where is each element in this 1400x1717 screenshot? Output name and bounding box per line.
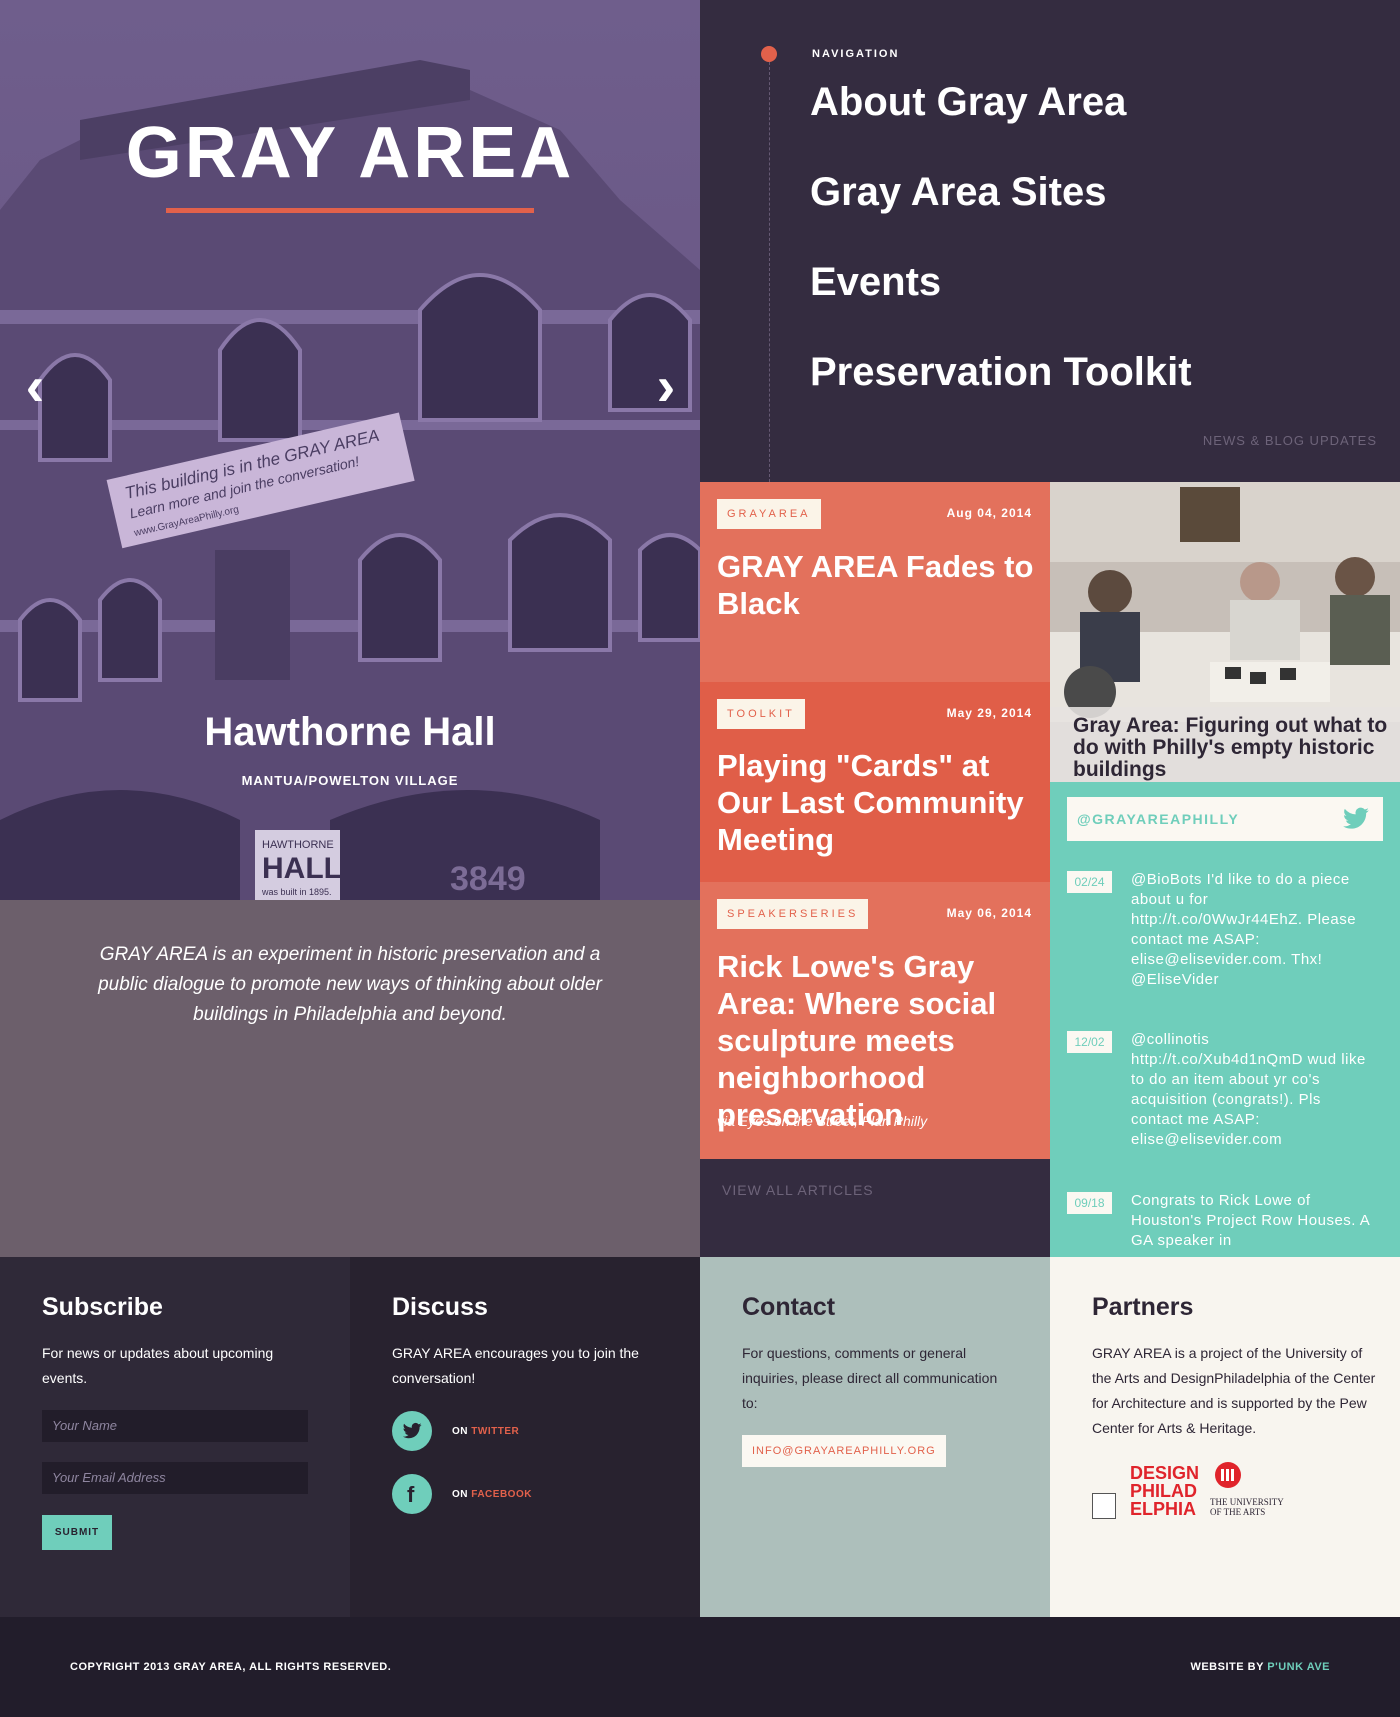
article-date: May 06, 2014 [946,906,1032,920]
tweet-date[interactable]: 12/02 [1067,1031,1112,1053]
article-tag[interactable]: TOOLKIT [717,699,805,729]
nav-dot-icon [761,46,777,62]
article-date: Aug 04, 2014 [946,506,1032,520]
slide-location: MANTUA/POWELTON VILLAGE [241,773,459,788]
slide-title[interactable]: Hawthorne Hall [0,710,700,755]
twitter-bird-icon[interactable] [1341,805,1371,833]
contact-email-link[interactable]: INFO@GRAYAREAPHILLY.ORG [742,1435,946,1467]
name-input[interactable]: Your Name [42,1410,308,1442]
facebook-link[interactable]: ON FACEBOOK [452,1489,532,1500]
center-architecture-logo[interactable] [1092,1493,1116,1519]
nav-item-sites[interactable]: Gray Area Sites [810,170,1106,215]
contact-text: For questions, comments or general inqui… [742,1345,998,1411]
nav-timeline-line [769,62,770,482]
website-credit[interactable]: WEBSITE BY P'UNK AVE [1190,1661,1330,1673]
university-of-the-arts-logo[interactable]: THE UNIVERSITY OF THE ARTS [1210,1459,1300,1521]
subscribe-text: For news or updates about upcoming event… [42,1345,274,1386]
news-blog-link[interactable]: NEWS & BLOG UPDATES [1203,433,1377,448]
twitter-handle[interactable]: @GRAYAREAPHILLY [1077,811,1239,827]
twitter-link[interactable]: ON TWITTER [452,1426,519,1437]
partners-text: GRAY AREA is a project of the University… [1092,1345,1376,1436]
subscribe-heading: Subscribe [42,1293,163,1321]
email-input[interactable]: Your Email Address [42,1462,308,1494]
copyright-text: COPYRIGHT 2013 GRAY AREA, ALL RIGHTS RES… [70,1661,392,1673]
nav-item-about[interactable]: About Gray Area [810,80,1126,125]
article-tag[interactable]: SPEAKERSERIES [717,899,869,929]
nav-label: NAVIGATION [812,48,900,60]
contact-section: Contact For questions, comments or gener… [700,1257,1050,1617]
tweet-text: @collinotis http://t.co/Xub4d1nQmD wud l… [1131,1031,1366,1148]
intro-section: GRAY AREA is an experiment in historic p… [0,900,700,1257]
hawthorne-hall-sign: HAWTHORNE HALL was built in 1895. [255,830,342,900]
svg-text:was built in 1895.: was built in 1895. [261,887,332,897]
discuss-section: Discuss GRAY AREA encourages you to join… [350,1257,700,1617]
contact-heading: Contact [742,1293,836,1321]
tweet-text: @BioBots I'd like to do a piece about u … [1131,871,1357,988]
svg-text:3849: 3849 [450,860,526,898]
article-title[interactable]: Playing "Cards" at Our Last Community Me… [717,747,1037,858]
designphiladelphia-logo[interactable]: DESIGN PHILAD ELPHIA [1128,1461,1200,1521]
svg-text:f: f [407,1482,415,1507]
article-source[interactable]: via Eyes on the Street, Plan Philly [717,1113,927,1129]
article-title[interactable]: GRAY AREA Fades to Black [717,548,1037,622]
article-card[interactable]: TOOLKIT May 29, 2014 Playing "Cards" at … [700,682,1050,882]
photo-caption-box: Gray Area: Figuring out what to do with … [1050,707,1400,782]
discuss-heading: Discuss [392,1293,488,1321]
discuss-text: GRAY AREA encourages you to join the con… [392,1345,639,1386]
nav-item-events[interactable]: Events [810,260,941,305]
article-card[interactable]: GRAYAREA Aug 04, 2014 GRAY AREA Fades to… [700,482,1050,682]
twitter-header[interactable]: @GRAYAREAPHILLY [1067,797,1383,841]
article-title[interactable]: Rick Lowe's Gray Area: Where social scul… [717,948,1037,1133]
site-logo-title[interactable]: GRAY AREA [0,112,700,194]
subscribe-section: Subscribe For news or updates about upco… [0,1257,350,1617]
svg-text:THE UNIVERSITY: THE UNIVERSITY [1210,1497,1284,1507]
submit-button[interactable]: SUBMIT [42,1515,112,1550]
site-footer: COPYRIGHT 2013 GRAY AREA, ALL RIGHTS RES… [0,1617,1400,1717]
main-navigation: NAVIGATION About Gray Area Gray Area Sit… [700,0,1400,482]
intro-text: GRAY AREA is an experiment in historic p… [98,944,602,1025]
hero-slider: This building is in the GRAY AREA Learn … [0,0,700,900]
facebook-icon[interactable]: f [392,1474,432,1514]
view-all-section: VIEW ALL ARTICLES [700,1159,1050,1257]
svg-text:DESIGN: DESIGN [1130,1463,1199,1483]
article-card[interactable]: SPEAKERSERIES May 06, 2014 Rick Lowe's G… [700,882,1050,1159]
svg-text:ELPHIA: ELPHIA [1130,1499,1196,1519]
article-tag[interactable]: GRAYAREA [717,499,821,529]
view-all-articles-link[interactable]: VIEW ALL ARTICLES [722,1182,874,1198]
svg-text:HAWTHORNE: HAWTHORNE [262,839,334,851]
article-date: May 29, 2014 [946,706,1032,720]
twitter-feed: @GRAYAREAPHILLY 02/24 @BioBots I'd like … [1050,782,1400,1257]
tweet-date[interactable]: 02/24 [1067,871,1112,893]
svg-text:OF THE ARTS: OF THE ARTS [1210,1507,1265,1517]
featured-photo[interactable]: Gray Area: Figuring out what to do with … [1050,482,1400,782]
svg-text:PHILAD: PHILAD [1130,1481,1197,1501]
slider-next-arrow-icon[interactable]: › [646,358,686,414]
partners-heading: Partners [1092,1293,1194,1321]
photo-caption[interactable]: Gray Area: Figuring out what to do with … [1073,715,1393,781]
slider-prev-arrow-icon[interactable]: ‹ [15,358,55,414]
nav-item-toolkit[interactable]: Preservation Toolkit [810,350,1192,395]
logo-underline [166,208,534,213]
svg-text:HALL: HALL [262,852,342,885]
twitter-icon[interactable] [392,1411,432,1451]
tweet-date[interactable]: 09/18 [1067,1192,1112,1214]
partners-section: Partners GRAY AREA is a project of the U… [1050,1257,1400,1617]
tweet-text: Congrats to Rick Lowe of Houston's Proje… [1131,1192,1370,1249]
